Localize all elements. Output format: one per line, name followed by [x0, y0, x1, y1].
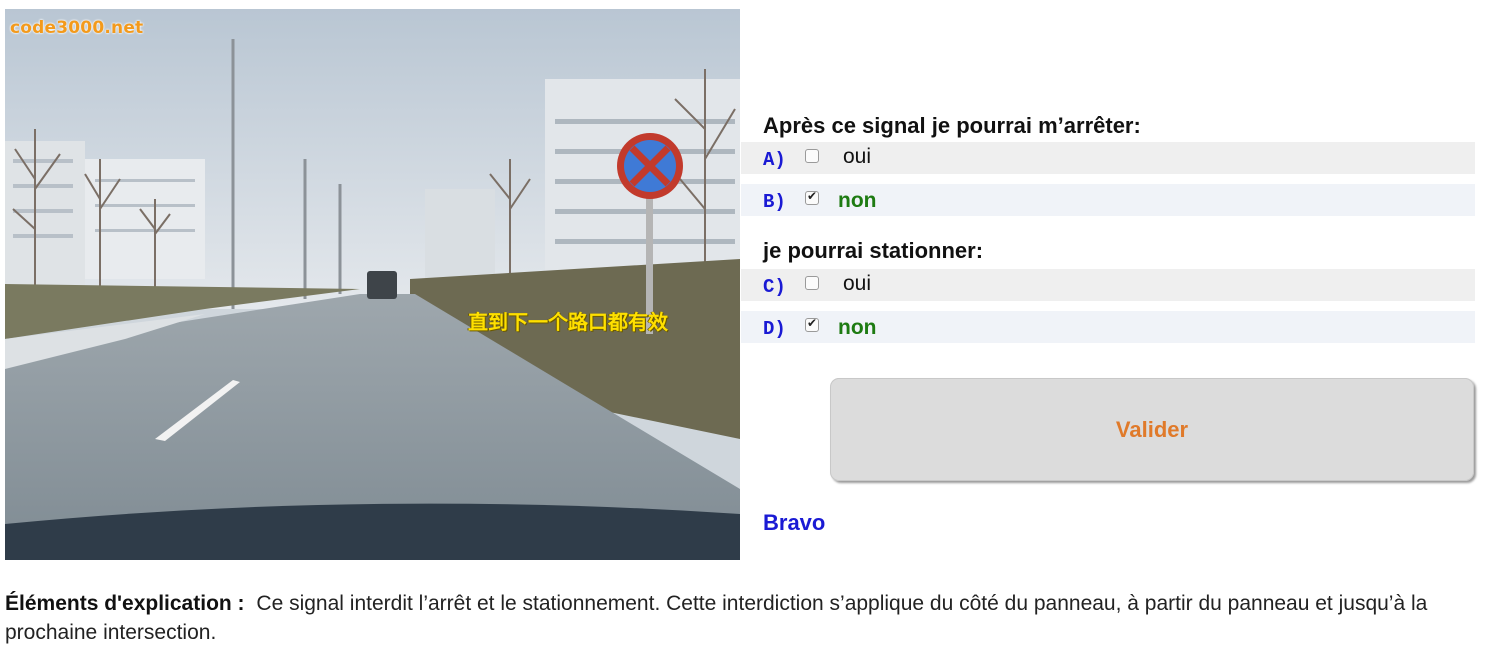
option-d-checkbox[interactable]	[805, 316, 819, 332]
option-b-label: non	[838, 189, 877, 212]
explanation-heading: Éléments d'explication :	[5, 592, 245, 615]
option-a-row[interactable]: A) oui	[741, 142, 1475, 174]
option-c-checkbox[interactable]	[805, 276, 819, 290]
question-1-title: Après ce signal je pourrai m’arrêter:	[763, 113, 1141, 138]
option-c-label: oui	[843, 272, 872, 295]
site-watermark: code3000.net	[10, 18, 144, 38]
option-b-row[interactable]: B) non	[741, 184, 1475, 216]
option-a-letter: A)	[763, 149, 786, 171]
validate-button[interactable]: Valider	[830, 378, 1474, 481]
question-2-title: je pourrai stationner:	[763, 238, 984, 263]
option-a-checkbox[interactable]	[805, 149, 819, 163]
option-c-row[interactable]: C) oui	[741, 269, 1475, 301]
option-d-label: non	[838, 316, 877, 339]
option-b-checkbox[interactable]	[805, 189, 819, 205]
result-message: Bravo	[763, 510, 826, 535]
explanation-block: Éléments d'explication : Ce signal inter…	[5, 589, 1445, 647]
option-b-letter: B)	[763, 191, 786, 213]
street-scene-illustration	[5, 9, 740, 560]
option-d-row[interactable]: D) non	[741, 311, 1475, 343]
option-a-label: oui	[843, 145, 872, 168]
photo-caption: 直到下一个路口都有效	[468, 310, 668, 334]
option-c-letter: C)	[763, 276, 786, 298]
question-photo: code3000.net 直到下一个路口都有效	[5, 9, 740, 560]
option-d-letter: D)	[763, 318, 786, 340]
